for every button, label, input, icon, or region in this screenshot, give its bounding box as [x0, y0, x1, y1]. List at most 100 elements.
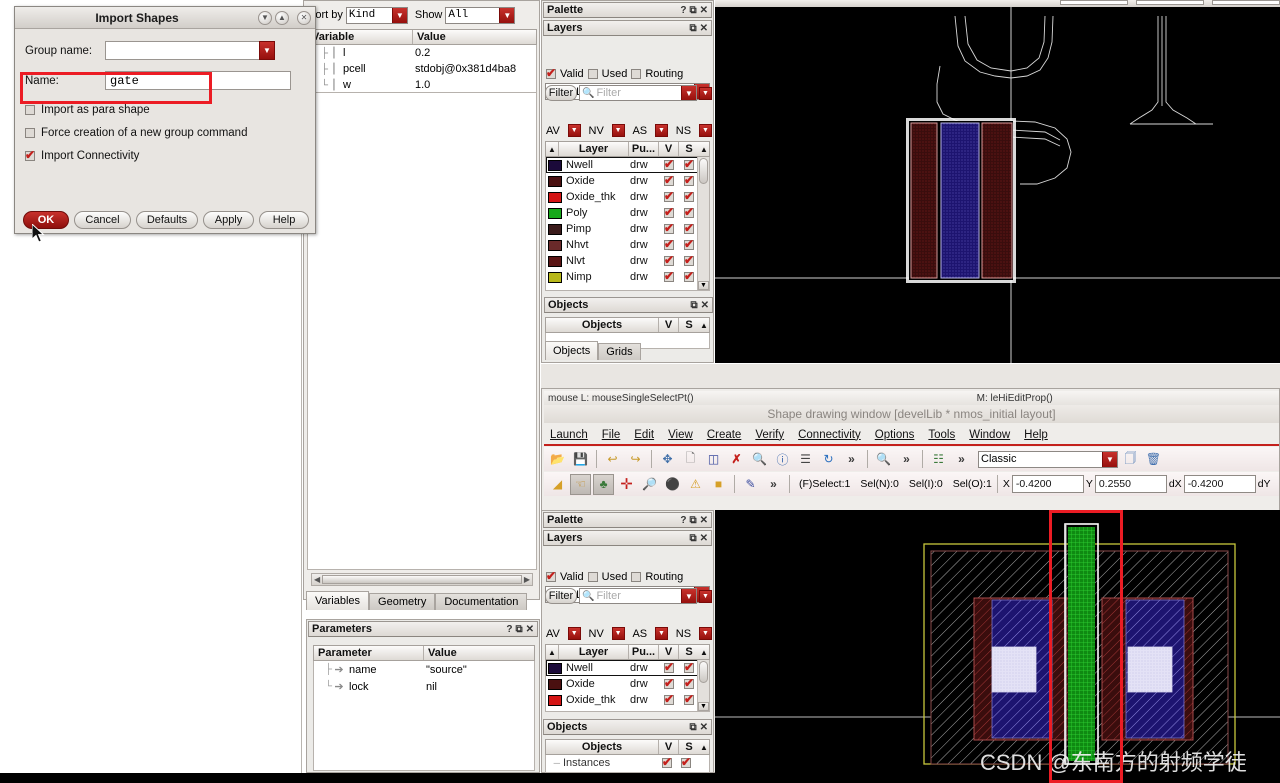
- menu-options[interactable]: Options: [875, 429, 915, 441]
- col-objects[interactable]: Objects: [546, 740, 659, 754]
- col-s[interactable]: S: [679, 318, 699, 332]
- undock-icon[interactable]: ⧉: [690, 300, 697, 311]
- col-v[interactable]: V: [659, 740, 679, 754]
- table-row[interactable]: ├ ⎮ pcell stdobj@0x381d4ba8: [308, 61, 536, 77]
- col-purpose[interactable]: Pu...: [629, 645, 659, 659]
- av-button[interactable]: AV: [546, 628, 560, 640]
- scroll-thumb[interactable]: [699, 661, 708, 683]
- scroll-up-icon[interactable]: ▲: [699, 645, 709, 659]
- layer-row[interactable]: Oxide_thk drw: [546, 692, 709, 708]
- table-row[interactable]: ├ ⎮ l 0.2: [308, 45, 536, 61]
- as-button[interactable]: AS: [632, 628, 647, 640]
- layer-visible-checkbox[interactable]: [664, 173, 674, 187]
- help-icon[interactable]: ?: [680, 515, 686, 526]
- layer-table-vscrollbar-top[interactable]: ▼: [697, 157, 709, 290]
- filter-button[interactable]: Filter: [545, 588, 577, 604]
- palette-style-combo[interactable]: Classic ▼: [978, 450, 1118, 468]
- toolbar-field[interactable]: [1212, 0, 1280, 5]
- align-icon[interactable]: ☰: [795, 449, 816, 470]
- layer-visible-checkbox[interactable]: [664, 157, 674, 171]
- tree-icon[interactable]: ♣: [593, 473, 614, 495]
- undock-icon[interactable]: ⧉: [689, 23, 696, 34]
- routing-checkbox[interactable]: [631, 572, 642, 582]
- move-icon[interactable]: ✥: [657, 449, 678, 470]
- apply-button[interactable]: Apply: [203, 211, 254, 229]
- undock-icon[interactable]: ⧉: [689, 533, 696, 544]
- undock-icon[interactable]: ⧉: [689, 5, 696, 16]
- layer-visible-checkbox[interactable]: [664, 237, 674, 251]
- layer-visible-checkbox[interactable]: [664, 221, 674, 235]
- col-parameter[interactable]: Parameter: [314, 646, 424, 660]
- filter-input-bottom[interactable]: 🔍 Filter ▼: [579, 588, 697, 604]
- nv-menu-icon[interactable]: ▼: [611, 627, 625, 640]
- col-purpose[interactable]: Pu...: [629, 142, 659, 156]
- overflow2-icon[interactable]: »: [896, 449, 917, 470]
- drc-icon[interactable]: ⚫: [662, 474, 683, 495]
- ok-button[interactable]: OK: [23, 211, 69, 229]
- layer-select-checkbox[interactable]: [684, 692, 694, 706]
- undock-icon[interactable]: ⧉: [689, 515, 696, 526]
- as-menu-icon[interactable]: ▼: [654, 627, 668, 640]
- close-icon[interactable]: ✕: [700, 515, 708, 526]
- col-layer[interactable]: Layer: [559, 645, 629, 659]
- scroll-up-icon[interactable]: ▲: [699, 142, 709, 156]
- tab-grids[interactable]: Grids: [598, 343, 641, 360]
- scroll-up-icon[interactable]: ▲: [699, 318, 709, 332]
- table-row[interactable]: └ ⎮ w 1.0: [308, 77, 536, 93]
- window-copy-icon[interactable]: 🗍: [1120, 449, 1141, 470]
- col-s[interactable]: S: [679, 142, 699, 156]
- ns-menu-icon[interactable]: ▼: [698, 627, 712, 640]
- menu-file[interactable]: File: [602, 429, 621, 441]
- close-icon[interactable]: ✕: [700, 722, 708, 733]
- undock-icon[interactable]: ⧉: [515, 624, 522, 635]
- nv-menu-icon[interactable]: ▼: [611, 124, 625, 137]
- layer-row[interactable]: Nwell drw: [546, 660, 709, 676]
- used-checkbox[interactable]: [587, 572, 598, 582]
- dx-coordinate-input[interactable]: -0.4200: [1183, 475, 1256, 493]
- ruler-icon[interactable]: ✛: [616, 474, 637, 495]
- layer-select-checkbox[interactable]: [684, 221, 694, 235]
- import-connectivity-checkbox[interactable]: [25, 148, 35, 162]
- delete-icon[interactable]: ✗: [726, 449, 747, 470]
- layer-visible-checkbox[interactable]: [664, 189, 674, 203]
- annotate-icon[interactable]: ✎: [740, 474, 761, 495]
- zoom-icon[interactable]: 🔍: [873, 449, 894, 470]
- routing-checkbox[interactable]: [631, 69, 642, 79]
- layer-select-checkbox[interactable]: [684, 189, 694, 203]
- group-name-input[interactable]: ▼: [105, 41, 275, 60]
- layer-row[interactable]: Oxide drw: [546, 173, 709, 189]
- col-layer[interactable]: Layer: [559, 142, 629, 156]
- defaults-button[interactable]: Defaults: [136, 211, 198, 229]
- layer-row[interactable]: Nimp drw: [546, 269, 709, 285]
- y-coordinate-input[interactable]: 0.2550: [1094, 475, 1167, 493]
- layer-row[interactable]: Nwell drw: [546, 157, 709, 173]
- scroll-down-icon[interactable]: ▼: [698, 281, 709, 290]
- tab-variables[interactable]: Variables: [306, 591, 370, 610]
- object-visible-checkbox[interactable]: [662, 755, 672, 769]
- menu-create[interactable]: Create: [707, 429, 742, 441]
- menu-connectivity[interactable]: Connectivity: [798, 429, 861, 441]
- col-value[interactable]: Value: [413, 30, 536, 44]
- used-checkbox[interactable]: [587, 69, 598, 79]
- tab-documentation[interactable]: Documentation: [435, 593, 528, 610]
- nv-button[interactable]: NV: [589, 628, 604, 640]
- col-v[interactable]: V: [659, 142, 679, 156]
- window-settings-icon[interactable]: 🗑: [1143, 449, 1164, 470]
- undo-icon[interactable]: ↩: [602, 449, 623, 470]
- tab-objects[interactable]: Objects: [545, 341, 599, 360]
- force-new-group-row[interactable]: Force creation of a new group command: [15, 127, 315, 139]
- layout-toolbar-row1[interactable]: 📂 💾 ↩ ↪ ✥ 🗋 ◫ ✗ 🔍 ⓘ ☰ ↻ » 🔍 » ☷ » Classi…: [544, 447, 1279, 471]
- select-icon[interactable]: ☜: [570, 473, 591, 495]
- overflow-icon[interactable]: »: [841, 449, 862, 470]
- filter-button[interactable]: Filter: [545, 85, 577, 101]
- close-icon[interactable]: ✕: [700, 533, 708, 544]
- layer-select-checkbox[interactable]: [684, 269, 694, 283]
- ns-button[interactable]: NS: [676, 628, 691, 640]
- layout-menubar[interactable]: Launch File Edit View Create Verify Conn…: [544, 425, 1279, 444]
- layer-row[interactable]: Pimp drw: [546, 221, 709, 237]
- ns-menu-icon[interactable]: ▼: [698, 124, 712, 137]
- close-icon[interactable]: ✕: [700, 5, 708, 16]
- col-s[interactable]: S: [679, 645, 699, 659]
- av-button[interactable]: AV: [546, 125, 560, 137]
- scroll-thumb[interactable]: [322, 575, 522, 584]
